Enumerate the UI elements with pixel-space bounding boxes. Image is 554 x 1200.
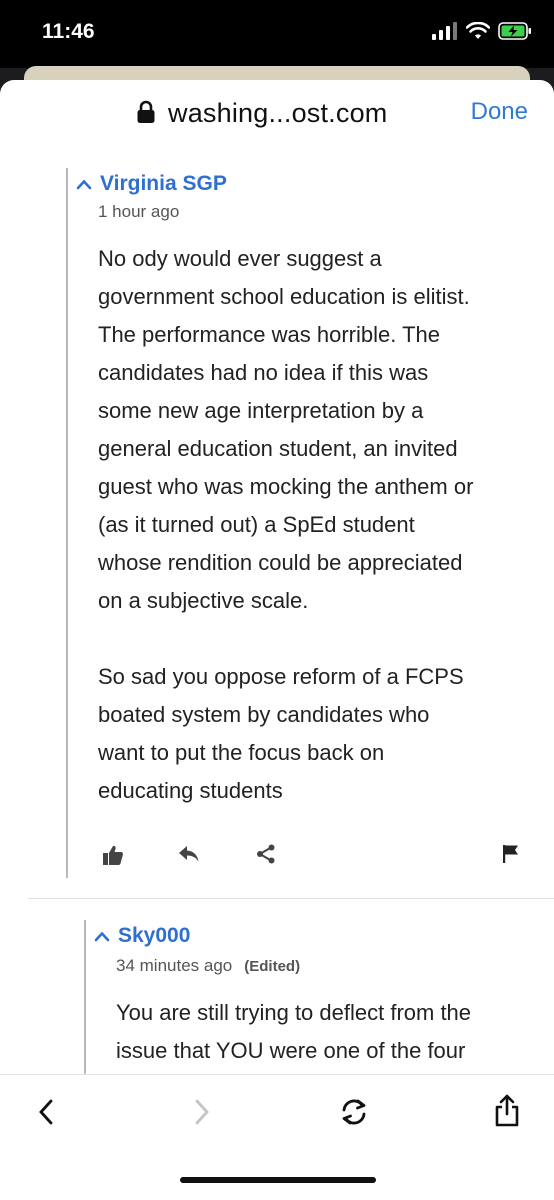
comment-author[interactable]: Virginia SGP <box>100 172 227 196</box>
comment-line: No ody would ever suggest a <box>98 246 382 271</box>
reply-button[interactable] <box>178 844 200 869</box>
collapse-chevron-icon[interactable] <box>94 930 110 942</box>
signal-icon <box>432 22 457 40</box>
status-time: 11:46 <box>42 20 95 43</box>
share-button[interactable] <box>256 844 276 869</box>
home-indicator <box>180 1177 376 1183</box>
reply-icon <box>179 846 199 862</box>
comment-line: guest who was mocking the anthem or <box>98 474 474 499</box>
comment-line: whose rendition could be appreciated <box>98 550 463 575</box>
comment-author[interactable]: Sky000 <box>118 924 190 948</box>
comment-line: You are still trying to deflect from the <box>116 1000 472 1025</box>
status-icons <box>432 22 532 40</box>
comment-line: So sad you oppose reform of a FCPS <box>98 664 464 689</box>
url-bar: washing...ost.com Done <box>0 80 554 142</box>
back-button[interactable] <box>36 1097 56 1132</box>
comment-line: government school education is elitist. <box>98 284 470 309</box>
lock-icon <box>137 100 155 123</box>
comment-line: some new age interpretation by a <box>98 398 424 423</box>
wifi-icon <box>466 22 490 39</box>
share-upload-icon <box>495 1094 519 1127</box>
comment-line: (as it turned out) a SpEd student <box>98 512 415 537</box>
comment-line: on a subjective scale. <box>98 588 309 613</box>
comment-line: issue that YOU were one of the four <box>116 1038 466 1063</box>
comment-line: want to put the focus back on <box>98 740 385 765</box>
comment-meta: 34 minutes ago (Edited) <box>116 956 300 976</box>
browser-sheet: washing...ost.com Done Virginia SGP 1 ho… <box>0 80 554 1200</box>
comment: Virginia SGP 1 hour ago No ody would eve… <box>66 168 538 878</box>
comment-actions <box>102 844 526 874</box>
flag-icon <box>503 845 518 863</box>
forward-button[interactable] <box>192 1097 212 1132</box>
chevron-right-icon <box>195 1099 209 1125</box>
comment-body: No ody would ever suggest a government s… <box>98 240 473 810</box>
battery-charging-icon <box>498 22 531 40</box>
report-button[interactable] <box>502 844 520 869</box>
comment-divider <box>28 898 554 899</box>
comment-timestamp: 1 hour ago <box>98 202 180 221</box>
reload-icon <box>342 1099 366 1125</box>
reload-button[interactable] <box>338 1097 370 1132</box>
comment: Sky000 34 minutes ago (Edited) You are st… <box>84 920 538 1090</box>
thumbs-up-icon <box>103 845 123 865</box>
comment-body: You are still trying to deflect from the… <box>116 994 471 1070</box>
comment-timestamp: 34 minutes ago <box>116 956 233 975</box>
author-line: Virginia SGP <box>76 172 227 196</box>
comment-line: boated system by candidates who <box>98 702 430 727</box>
done-button[interactable]: Done <box>471 98 528 126</box>
author-line: Sky000 <box>94 924 190 948</box>
share-icon <box>257 844 275 864</box>
comment-line: general education student, an invited <box>98 436 458 461</box>
edited-label: (Edited) <box>244 958 301 975</box>
collapse-chevron-icon[interactable] <box>76 178 92 190</box>
like-button[interactable] <box>102 844 124 871</box>
url-text[interactable]: washing...ost.com <box>168 98 388 129</box>
status-bar: 11:46 <box>0 0 554 68</box>
share-page-button[interactable] <box>494 1093 520 1132</box>
comment-line: educating students <box>98 778 283 803</box>
comment-line: candidates had no idea if this was <box>98 360 429 385</box>
chevron-left-icon <box>39 1099 53 1125</box>
comment-line: The performance was horrible. The <box>98 322 440 347</box>
bottom-toolbar <box>0 1074 554 1200</box>
